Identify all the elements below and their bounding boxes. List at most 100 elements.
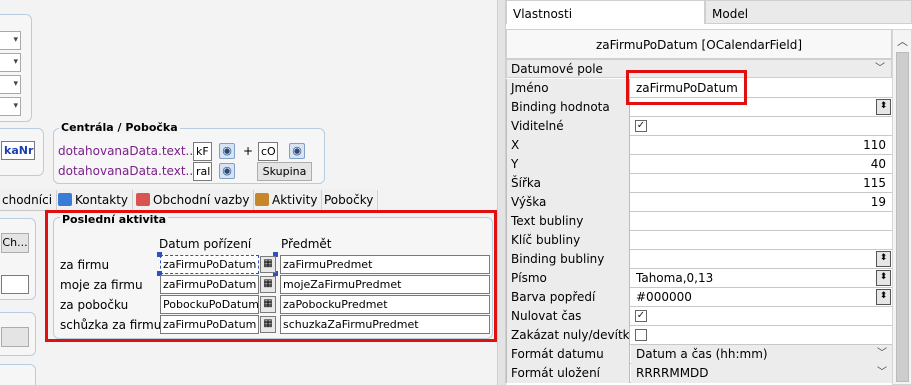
left-lower-panel-2 [0, 312, 36, 356]
tab-label: Obchodní vazby [153, 193, 250, 207]
skupina-button[interactable]: Skupina [257, 162, 312, 181]
picker-icon[interactable]: ⬍ [876, 289, 891, 305]
tab-aktivity[interactable]: Aktivity [251, 190, 323, 211]
tab-label: chodníci [2, 193, 53, 207]
property-value-text: 115 [863, 176, 886, 190]
centrala-field-2: dotahovanaData.text... [58, 164, 197, 178]
chevron-down-icon[interactable]: ﹀ [877, 364, 887, 382]
property-key: Šířka [506, 174, 630, 193]
lookup-icon[interactable]: ◉ [219, 143, 235, 159]
tab-vlastnosti[interactable]: Vlastnosti [506, 0, 705, 24]
property-row[interactable]: Výška 19 [506, 193, 892, 212]
property-key: X [506, 136, 630, 155]
combo-3[interactable]: ..▾ [0, 75, 21, 94]
combo-1[interactable]: ..▾ [0, 31, 21, 50]
centrala-code-3[interactable]: ral [193, 162, 212, 181]
tab-pobocky[interactable]: Pobočky [320, 190, 379, 211]
left-lower-button[interactable] [1, 327, 29, 347]
combo-2[interactable]: ..▾ [0, 53, 21, 72]
property-value-text: RRRRMMDD [636, 366, 709, 380]
property-key: Jméno [506, 79, 630, 98]
property-value[interactable]: ✓ [631, 117, 892, 136]
property-row[interactable]: Klíč bubliny [506, 231, 892, 250]
property-category-label: Datumové pole [511, 62, 603, 76]
property-scrollbar[interactable]: ︿ [892, 29, 912, 385]
ch-button[interactable]: Ch... [1, 233, 29, 253]
property-value[interactable]: ✓ [631, 307, 892, 326]
lookup-icon[interactable]: ◉ [219, 163, 235, 179]
property-value[interactable]: RRRRMMDD ﹀ [631, 364, 892, 383]
left-lower-panel-3 [0, 364, 36, 385]
centrala-field-1: dotahovanaData.text... [58, 144, 197, 158]
property-title: zaFirmuPoDatum [OCalendarField] [506, 29, 892, 59]
property-row[interactable]: Nulovat čas ✓ [506, 307, 892, 326]
highlight-box [45, 210, 497, 342]
picker-icon[interactable]: ⬍ [876, 251, 891, 267]
property-value[interactable]: ⬍ [631, 250, 892, 269]
property-value[interactable] [631, 212, 892, 231]
property-value[interactable]: 19 [631, 193, 892, 212]
property-value[interactable]: #000000 ⬍ [631, 288, 892, 307]
property-checkbox[interactable] [635, 329, 647, 341]
panel-splitter[interactable] [497, 0, 506, 385]
number-field[interactable]: kaNr [1, 141, 35, 160]
property-value[interactable]: 110 [631, 136, 892, 155]
property-value[interactable]: 40 [631, 155, 892, 174]
picker-icon[interactable]: ⬍ [876, 99, 891, 115]
property-row[interactable]: Zakázat nuly/devítky [506, 326, 892, 345]
property-value[interactable]: 115 [631, 174, 892, 193]
form-designer-canvas[interactable]: ..▾ ..▾ ..▾ ..▾ kaNr Centrála / Pobočka … [0, 0, 497, 385]
activities-icon [255, 193, 269, 206]
tab-obchodni-vazby[interactable]: Obchodní vazby [132, 190, 255, 211]
property-value-text: 40 [870, 157, 886, 171]
property-key: Binding hodnota [506, 98, 630, 117]
left-lower-panel: Ch... [0, 218, 36, 300]
property-row[interactable]: Formát datumu Datum a čas (hh:mm) ﹀ [506, 345, 892, 364]
highlight-box [626, 70, 747, 105]
property-row[interactable]: Šířka 115 [506, 174, 892, 193]
combo-4[interactable]: ..▾ [0, 97, 21, 116]
scroll-up-icon[interactable]: ︿ [897, 33, 908, 49]
tab-kontakty[interactable]: Kontakty [54, 190, 134, 211]
property-row[interactable]: Písmo Tahoma,0,13 ⬍ [506, 269, 892, 288]
property-row[interactable]: X 110 [506, 136, 892, 155]
property-checkbox[interactable]: ✓ [635, 120, 647, 132]
tab-model[interactable]: Model [705, 0, 912, 24]
property-checkbox[interactable]: ✓ [635, 310, 647, 322]
property-row[interactable]: Y 40 [506, 155, 892, 174]
property-value-text: 19 [870, 195, 886, 209]
property-key: Viditelné [506, 117, 630, 136]
property-key: Text bubliny [506, 212, 630, 231]
centrala-group-title: Centrála / Pobočka [59, 121, 180, 134]
filter-panel: ..▾ ..▾ ..▾ ..▾ [0, 14, 32, 122]
tab-label: Pobočky [324, 193, 374, 207]
property-key: Formát datumu [506, 345, 630, 364]
property-row[interactable]: Formát uložení RRRRMMDD ﹀ [506, 364, 892, 383]
picker-icon[interactable]: ⬍ [876, 270, 891, 286]
property-key: Y [506, 155, 630, 174]
property-value[interactable] [631, 231, 892, 250]
centrala-code-1[interactable]: kF [193, 142, 212, 161]
property-key: Zakázat nuly/devítky [506, 326, 630, 345]
relations-icon [136, 193, 150, 206]
property-row[interactable]: Binding bubliny ⬍ [506, 250, 892, 269]
number-panel: kaNr [0, 128, 44, 176]
property-value[interactable]: Tahoma,0,13 ⬍ [631, 269, 892, 288]
property-panel: Vlastnosti Model zaFirmuPoDatum [OCalend… [506, 0, 912, 385]
property-value-text: Datum a čas (hh:mm) [636, 347, 768, 361]
tab-label: Kontakty [75, 193, 129, 207]
tab-label: Aktivity [272, 193, 318, 207]
property-value-text: #000000 [636, 290, 692, 304]
tab-obchodnici[interactable]: chodníci [0, 190, 58, 211]
lookup-icon[interactable]: ◉ [289, 143, 305, 159]
property-value[interactable]: Datum a čas (hh:mm) ﹀ [631, 345, 892, 364]
chevron-down-icon[interactable]: ﹀ [877, 345, 887, 363]
left-input[interactable] [1, 275, 29, 294]
scrollbar-thumb[interactable] [896, 52, 909, 382]
property-row[interactable]: Viditelné ✓ [506, 117, 892, 136]
property-row[interactable]: Barva popředí #000000 ⬍ [506, 288, 892, 307]
property-row[interactable]: Text bubliny [506, 212, 892, 231]
contacts-icon [58, 193, 72, 206]
centrala-code-2[interactable]: cO [258, 142, 278, 161]
property-value[interactable] [631, 326, 892, 345]
